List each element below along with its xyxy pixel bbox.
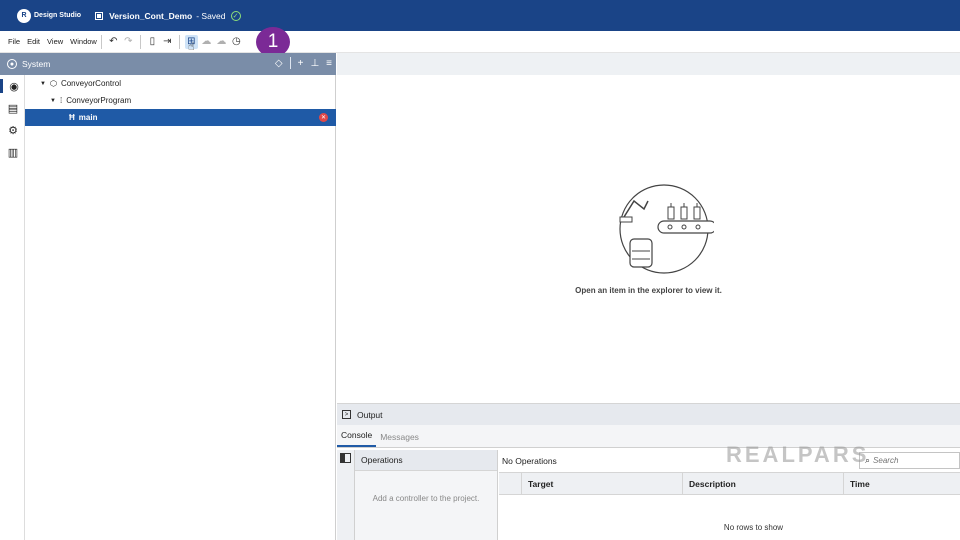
controller-icon: ⬡ xyxy=(49,79,57,88)
empty-state-illustration xyxy=(619,184,714,274)
document-icon xyxy=(95,11,104,20)
column-description[interactable]: Description xyxy=(683,473,844,494)
panel-icon[interactable] xyxy=(340,453,351,463)
output-header: > Output xyxy=(337,403,960,425)
operations-hint: Add a controller to the project. xyxy=(372,494,480,503)
upload-icon[interactable]: ☁ xyxy=(200,35,213,49)
tree-item-main[interactable]: Ħ main ✕ xyxy=(25,109,336,126)
settings-view-icon[interactable]: ⚙ xyxy=(6,123,20,137)
grid-header: Target Description Time xyxy=(499,473,960,495)
tree-item-conveyorprogram[interactable]: ▼ ⁞ ConveyorProgram xyxy=(25,92,336,109)
empty-grid-message: No rows to show xyxy=(723,523,784,532)
output-title: Output xyxy=(357,409,383,420)
logo-icon: R xyxy=(17,8,31,23)
operations-title: Operations xyxy=(355,450,497,471)
tree-item-conveyorcontrol[interactable]: ▼ ⬡ ConveyorControl xyxy=(25,75,336,92)
add-icon[interactable]: + xyxy=(298,58,304,69)
tools-divider xyxy=(289,57,291,69)
document-title: Version_Cont_Demo xyxy=(109,10,193,21)
tab-messages[interactable]: Messages xyxy=(376,432,423,447)
detail-title: No Operations xyxy=(502,456,557,466)
select-column[interactable] xyxy=(499,473,522,494)
menu-icon[interactable]: ≡ xyxy=(326,58,332,69)
export-icon[interactable]: ⇥ xyxy=(161,35,174,49)
caret-down-icon[interactable]: ▼ xyxy=(40,81,46,87)
save-status: - Saved xyxy=(196,10,226,21)
error-icon: ✕ xyxy=(319,113,328,122)
menu-view[interactable]: View xyxy=(47,35,63,48)
download-icon[interactable]: ☁ xyxy=(215,35,228,49)
column-time[interactable]: Time xyxy=(844,473,960,494)
terminal-icon: > xyxy=(342,410,351,419)
search-box[interactable]: ⌕ xyxy=(859,452,960,469)
explorer-tools: ◇ + ⊥ ≡ xyxy=(268,57,332,69)
redo-icon[interactable]: ↷ xyxy=(122,35,135,49)
title-bar: R Design Studio Version_Cont_Demo - Save… xyxy=(0,0,960,31)
explorer-tree: ▼ ⬡ ConveyorControl ▼ ⁞ ConveyorProgram … xyxy=(25,75,336,540)
pin-icon[interactable]: ⊥ xyxy=(310,58,319,69)
explorer-header: ● System ◇ + ⊥ ≡ xyxy=(0,53,336,75)
app-name: Design Studio xyxy=(34,12,82,19)
editor-tab-strip xyxy=(337,53,960,75)
menu-edit[interactable]: Edit xyxy=(27,35,40,48)
toolbar-divider xyxy=(139,34,141,49)
explorer-view-icon[interactable]: ◉ xyxy=(0,79,25,93)
undo-icon[interactable]: ↶ xyxy=(107,35,120,49)
operations-panel: Operations Add a controller to the proje… xyxy=(355,450,498,540)
program-icon: ⁞ xyxy=(59,96,63,105)
menu-file[interactable]: File xyxy=(8,35,20,48)
app-logo: R Design Studio xyxy=(17,8,82,23)
menu-window[interactable]: Window xyxy=(70,35,97,48)
system-icon: ● xyxy=(7,59,17,69)
tab-console[interactable]: Console xyxy=(337,430,377,447)
doc-icon[interactable]: ▯ xyxy=(146,35,159,49)
operations-toggle[interactable] xyxy=(337,450,355,540)
tag-icon[interactable]: ◇ xyxy=(275,58,283,69)
document-view-icon[interactable]: ▤ xyxy=(6,101,20,115)
saved-check-icon: ✓ xyxy=(230,10,241,21)
activity-bar: ◉ ▤ ⚙ ▥ xyxy=(0,75,25,540)
history-icon[interactable]: ◷ xyxy=(230,35,243,49)
tree-item-label: ConveyorProgram xyxy=(66,96,132,105)
tree-item-label: main xyxy=(78,113,98,122)
editor-area: Open an item in the explorer to view it. xyxy=(337,75,960,403)
caret-down-icon[interactable]: ▼ xyxy=(50,98,56,104)
menu-bar: File Edit View Window ↶ ↷ ▯ ⇥ ⊞ ☁ ☁ ◷ xyxy=(0,31,960,53)
ladder-icon: Ħ xyxy=(69,113,75,122)
explorer-title: System xyxy=(22,59,51,69)
search-input[interactable] xyxy=(873,456,954,465)
toolbar-divider xyxy=(178,34,180,49)
toolbar-divider xyxy=(100,34,102,49)
column-target[interactable]: Target xyxy=(522,473,683,494)
hand-cursor-icon: ☝ xyxy=(188,41,195,53)
tree-item-label: ConveyorControl xyxy=(60,79,121,88)
library-view-icon[interactable]: ▥ xyxy=(6,145,20,159)
empty-state-message: Open an item in the explorer to view it. xyxy=(575,286,722,295)
watermark-logo: REALPARS xyxy=(726,442,870,467)
